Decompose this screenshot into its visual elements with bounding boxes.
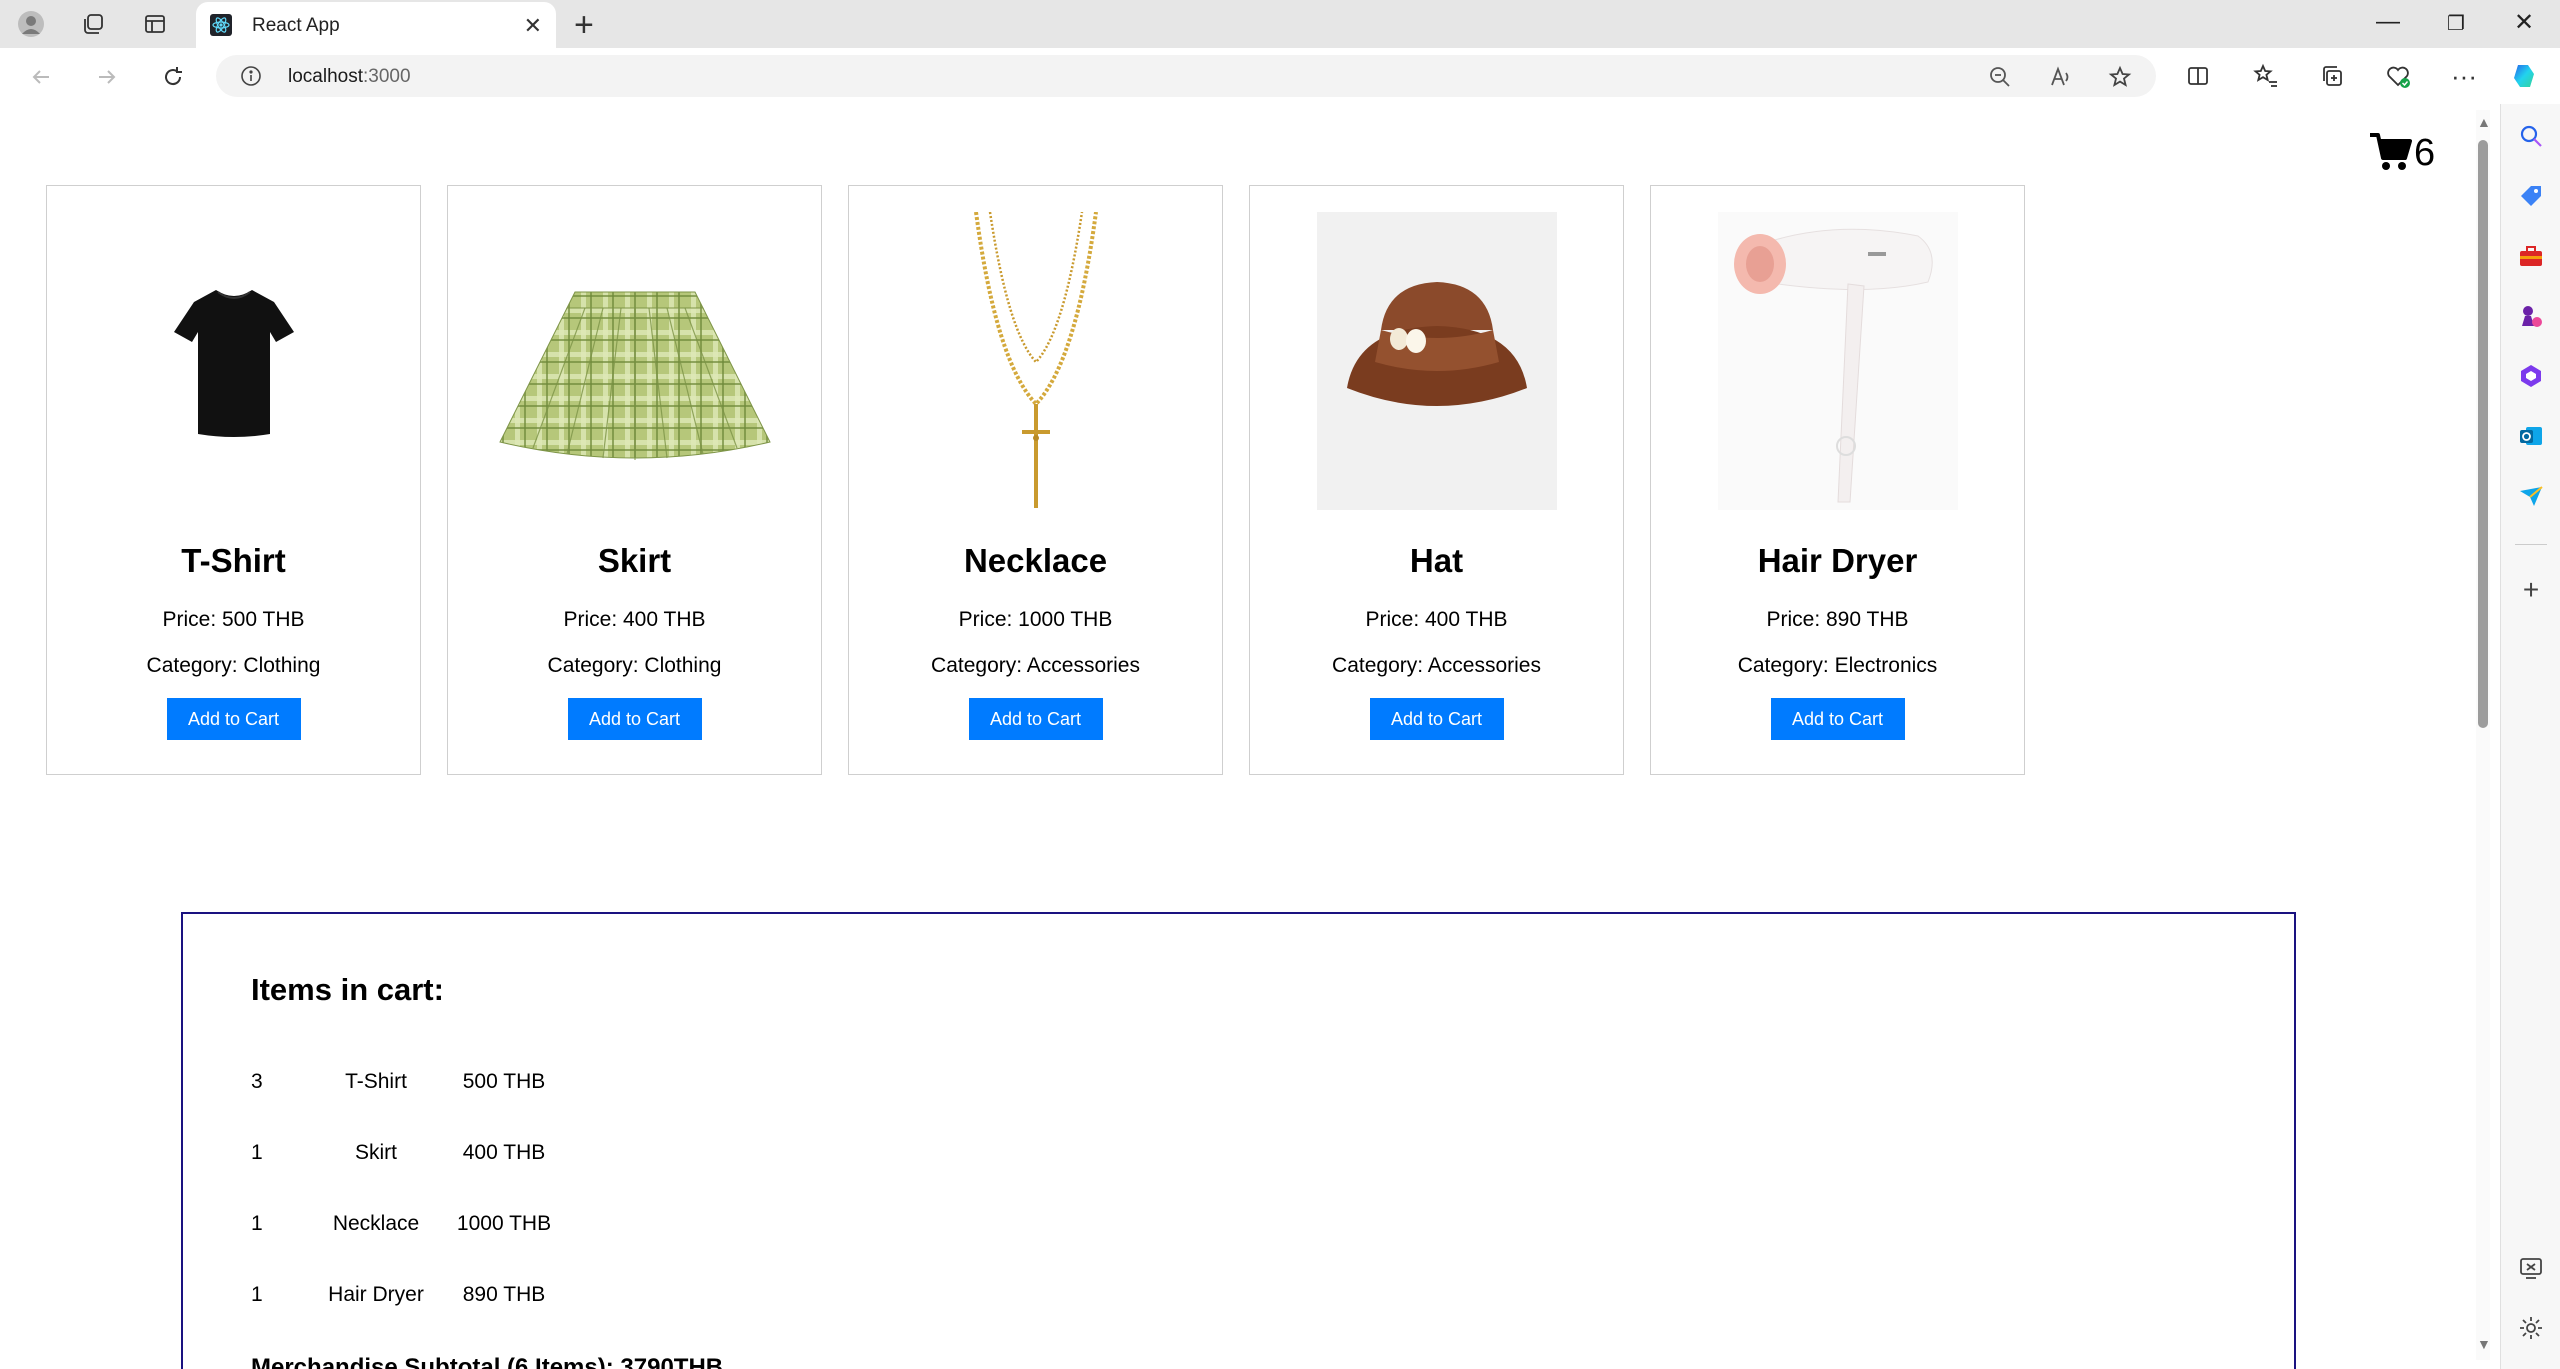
product-price: Price: 890 THB — [1766, 608, 1909, 631]
product-category: Category: Clothing — [547, 654, 722, 677]
url-host: localhost — [288, 66, 363, 87]
settings-gear-icon[interactable] — [2517, 1314, 2545, 1342]
refresh-icon[interactable] — [156, 60, 190, 94]
product-card: Hat Price: 400 THB Category: Accessories… — [1249, 185, 1624, 775]
new-tab-button[interactable]: + — [574, 6, 594, 45]
info-icon[interactable] — [240, 65, 262, 87]
product-name: Necklace — [963, 542, 1108, 579]
scroll-down-arrow-icon[interactable]: ▼ — [2477, 1336, 2491, 1352]
scrollbar-thumb[interactable] — [2478, 140, 2488, 728]
read-aloud-icon[interactable] — [2048, 65, 2072, 89]
url-port: :3000 — [363, 66, 411, 87]
product-card: Necklace Price: 1000 THB Category: Acces… — [848, 185, 1223, 775]
cart-count: 6 — [2414, 132, 2436, 174]
product-name: T-Shirt — [181, 542, 286, 579]
edge-sidebar: + — [2500, 104, 2560, 1369]
cart-item-name: Hair Dryer — [328, 1283, 424, 1306]
browser-toolbar: localhost:3000 ··· — [0, 48, 2560, 104]
shopping-cart-icon — [2370, 133, 2412, 170]
cart-item-qty: 1 — [251, 1212, 263, 1235]
product-category: Category: Electronics — [1737, 654, 1938, 677]
games-icon[interactable] — [2517, 302, 2545, 330]
cart-item-price: 500 THB — [462, 1070, 546, 1093]
product-price: Price: 400 THB — [1365, 608, 1508, 631]
product-price: Price: 400 THB — [563, 608, 706, 631]
product-category: Category: Clothing — [146, 654, 321, 677]
product-name: Skirt — [597, 542, 672, 579]
add-to-cart-button[interactable]: Add to Cart — [1770, 698, 1905, 740]
cart-indicator[interactable]: 6 — [2370, 132, 2435, 172]
product-card: Hair Dryer Price: 890 THB Category: Elec… — [1650, 185, 2025, 775]
shopping-tag-icon[interactable] — [2517, 182, 2545, 210]
product-name: Hair Dryer — [1757, 542, 1918, 579]
product-card: T-Shirt Price: 500 THB Category: Clothin… — [46, 185, 421, 775]
scroll-up-arrow-icon[interactable]: ▲ — [2477, 114, 2491, 130]
search-icon[interactable] — [2517, 122, 2545, 150]
cart-panel: Items in cart: 3 T-Shirt 500 THB 1 Skirt… — [181, 912, 2296, 1369]
more-options-icon[interactable]: ··· — [2450, 61, 2478, 91]
product-name: Hat — [1409, 542, 1464, 579]
outlook-icon[interactable] — [2517, 422, 2545, 450]
browser-essentials-icon[interactable] — [2384, 62, 2412, 90]
profile-icon[interactable] — [16, 9, 46, 39]
product-price: Price: 500 THB — [162, 608, 305, 631]
cart-item-price: 1000 THB — [456, 1212, 552, 1235]
tab-bar: React App ✕ + — ❐ ✕ — [0, 0, 2560, 48]
add-to-cart-button[interactable]: Add to Cart — [968, 698, 1103, 740]
cart-heading: Items in cart: — [251, 972, 444, 1007]
cart-item-qty: 3 — [251, 1070, 263, 1093]
address-bar[interactable]: localhost:3000 — [216, 55, 2156, 97]
react-favicon-icon — [210, 14, 232, 36]
add-to-cart-button[interactable]: Add to Cart — [567, 698, 702, 740]
product-price: Price: 1000 THB — [958, 608, 1113, 631]
screenshot-icon[interactable] — [2517, 1254, 2545, 1282]
tab-react-app[interactable]: React App ✕ — [196, 2, 556, 48]
favorite-star-icon[interactable] — [2108, 65, 2132, 89]
hair-dryer-image — [1717, 212, 1958, 510]
back-arrow-icon[interactable] — [24, 60, 58, 94]
product-card: Skirt Price: 400 THB Category: Clothing … — [447, 185, 822, 775]
minimize-button[interactable]: — — [2368, 8, 2408, 36]
workspaces-icon[interactable] — [78, 9, 108, 39]
copilot-icon[interactable] — [2510, 62, 2538, 90]
cart-item-name: Necklace — [332, 1212, 420, 1235]
zoom-out-icon[interactable] — [1988, 65, 2012, 89]
skirt-image — [485, 212, 785, 510]
tshirt-image — [114, 212, 354, 510]
forward-arrow-icon[interactable] — [90, 60, 124, 94]
sidebar-divider — [2515, 544, 2547, 545]
vertical-tabs-icon[interactable] — [140, 9, 170, 39]
product-list: T-Shirt Price: 500 THB Category: Clothin… — [46, 185, 2025, 775]
cart-item-name: T-Shirt — [345, 1070, 407, 1093]
close-tab-icon[interactable]: ✕ — [524, 13, 542, 39]
tab-title: React App — [252, 15, 340, 36]
split-screen-icon[interactable] — [2184, 62, 2212, 90]
cart-item-price: 890 THB — [462, 1283, 546, 1306]
favorites-icon[interactable] — [2252, 62, 2280, 90]
url-text: localhost:3000 — [288, 66, 411, 88]
hat-image — [1316, 212, 1557, 510]
cart-item-price: 400 THB — [462, 1141, 546, 1164]
necklace-image — [916, 212, 1156, 510]
close-window-button[interactable]: ✕ — [2504, 8, 2544, 37]
cart-item-qty: 1 — [251, 1283, 263, 1306]
cart-item-name: Skirt — [355, 1141, 397, 1164]
add-sidebar-item-icon[interactable]: + — [2517, 576, 2545, 604]
product-category: Category: Accessories — [1332, 654, 1541, 677]
tools-icon[interactable] — [2517, 242, 2545, 270]
add-to-cart-button[interactable]: Add to Cart — [1369, 698, 1504, 740]
add-to-cart-button[interactable]: Add to Cart — [166, 698, 301, 740]
cart-subtotal: Merchandise Subtotal (6 Items): 3790THB — [251, 1354, 724, 1369]
restore-button[interactable]: ❐ — [2436, 11, 2476, 36]
send-icon[interactable] — [2517, 482, 2545, 510]
product-category: Category: Accessories — [931, 654, 1140, 677]
page-viewport: 6 T-Shirt Price: 500 THB Category: Cloth… — [8, 106, 2470, 1369]
collections-icon[interactable] — [2318, 62, 2346, 90]
cart-item-qty: 1 — [251, 1141, 263, 1164]
microsoft-365-icon[interactable] — [2517, 362, 2545, 390]
